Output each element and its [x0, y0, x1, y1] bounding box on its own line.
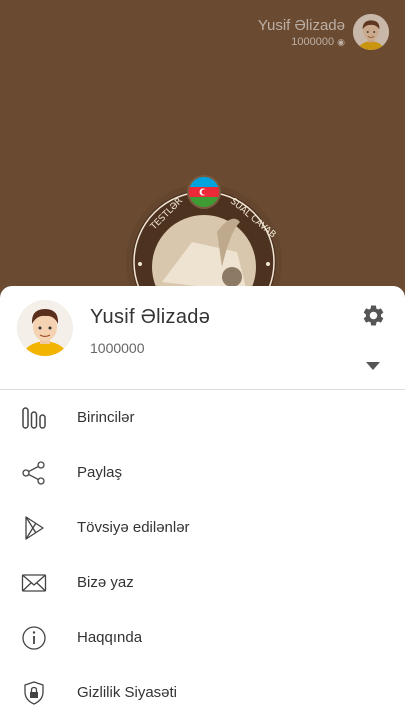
menu-item-leaders[interactable]: Birincilər [0, 390, 405, 445]
drawer-user-score: 1000000 [90, 340, 145, 356]
menu-item-label: Birincilər [77, 409, 135, 426]
header-avatar[interactable] [353, 14, 389, 50]
leaderboard-icon [21, 405, 47, 431]
menu-item-recommended[interactable]: Tövsiyə edilənlər [0, 500, 405, 555]
menu-item-label: Tövsiyə edilənlər [77, 519, 190, 536]
navigation-drawer: Yusif Əlizadə 1000000 Birincilər Paylaş … [0, 286, 405, 720]
drawer-menu: Birincilər Paylaş Tövsiyə edilənlər Bizə… [0, 390, 405, 720]
currency-icon: ◉ [337, 36, 345, 47]
header-user-name: Yusif Əlizadə [257, 16, 345, 34]
play-store-icon [21, 515, 47, 541]
info-icon [21, 625, 47, 651]
menu-item-privacy[interactable]: Gizlilik Siyasəti [0, 665, 405, 720]
header-user-score: 1000000 [291, 35, 335, 48]
menu-item-label: Gizlilik Siyasəti [77, 684, 178, 701]
menu-item-write-us[interactable]: Bizə yaz [0, 555, 405, 610]
menu-item-about[interactable]: Haqqında [0, 610, 405, 665]
share-icon [21, 460, 47, 486]
menu-item-label: Haqqında [77, 629, 143, 646]
drawer-user-name: Yusif Əlizadə [90, 306, 211, 328]
header-user[interactable]: Yusif Əlizadə 1000000 ◉ [258, 14, 389, 50]
menu-item-label: Paylaş [77, 464, 123, 481]
privacy-lock-icon [21, 680, 47, 706]
avatar[interactable] [17, 300, 73, 356]
gear-icon[interactable] [361, 303, 386, 328]
menu-item-share[interactable]: Paylaş [0, 445, 405, 500]
drawer-profile-header: Yusif Əlizadə 1000000 [0, 286, 405, 390]
chevron-down-icon[interactable] [366, 359, 380, 370]
menu-item-label: Bizə yaz [77, 574, 134, 591]
mail-icon [21, 570, 47, 596]
